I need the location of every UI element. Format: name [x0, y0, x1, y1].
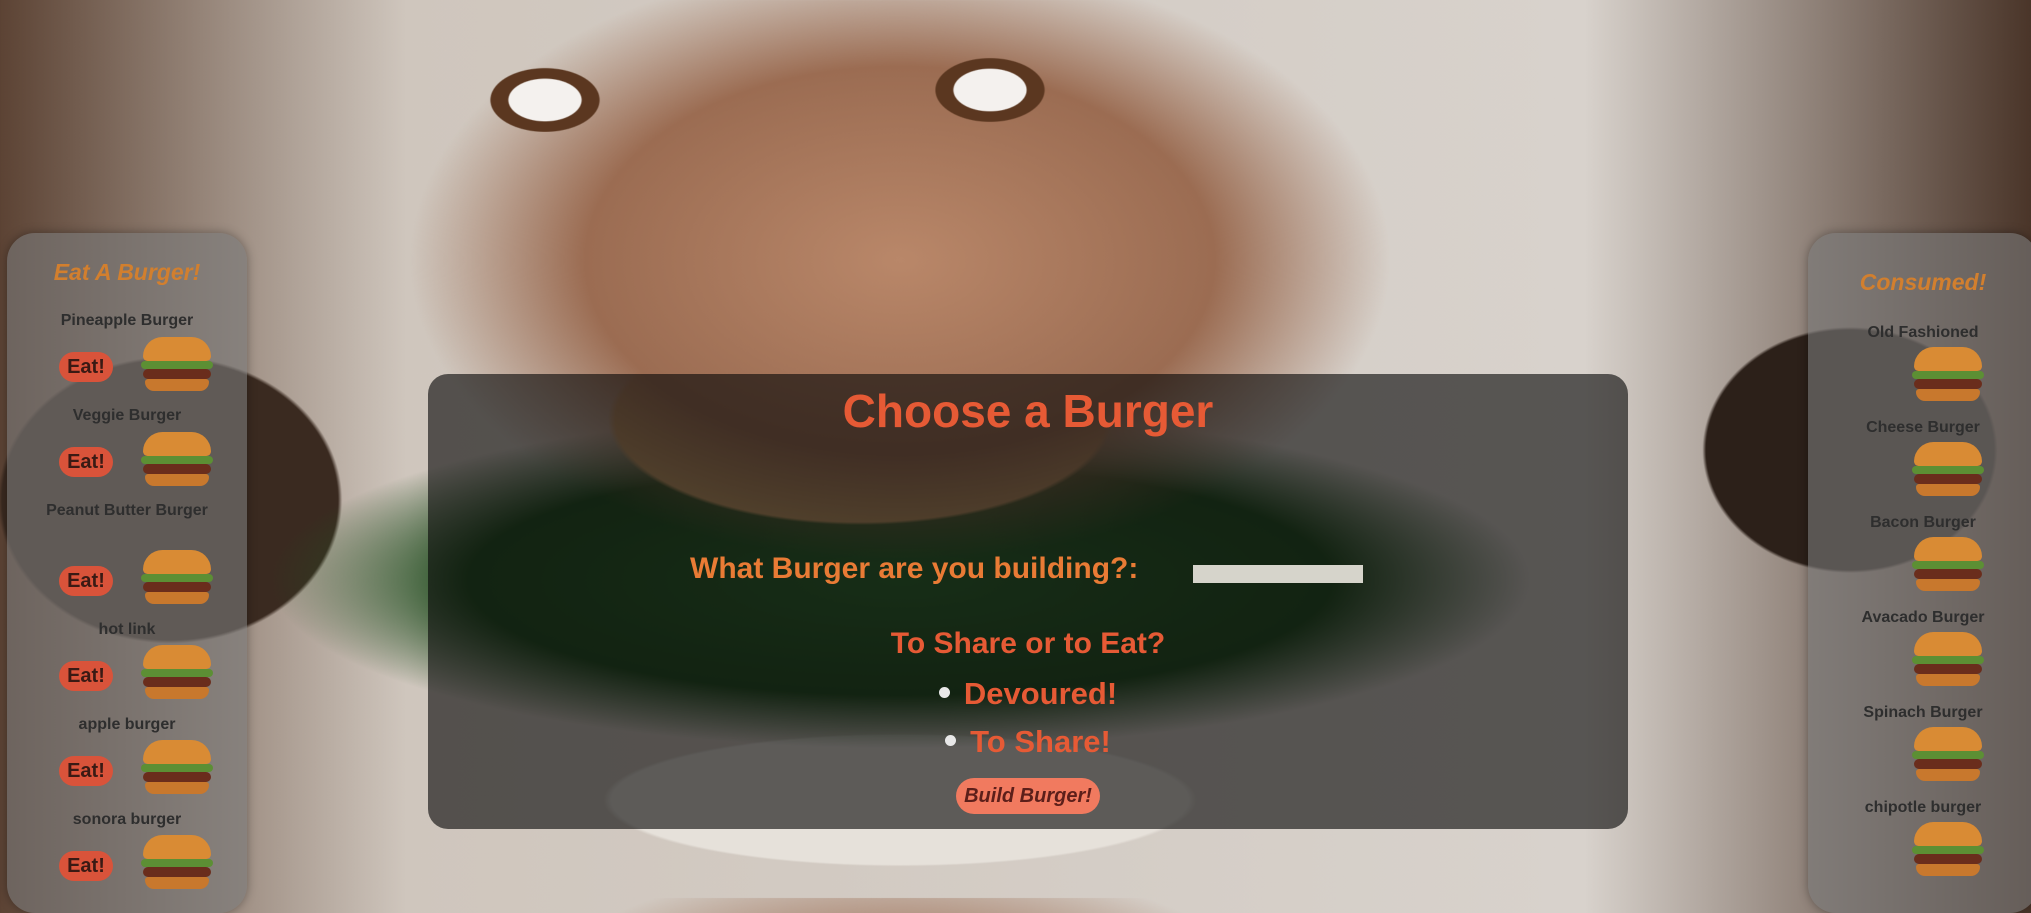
- consumed-item: Bacon Burger: [1808, 512, 2031, 533]
- burger-image: [1908, 818, 1988, 882]
- eat-button[interactable]: Eat!: [59, 756, 113, 786]
- burger-name: Veggie Burger: [72, 407, 182, 424]
- burger-name: chipotle burger: [1864, 799, 1982, 816]
- burger-image: [1908, 628, 1988, 692]
- consumed-item: Cheese Burger: [1808, 417, 2031, 438]
- eat-button[interactable]: Eat!: [59, 851, 113, 881]
- burger-image: [137, 333, 217, 397]
- consumed-item: Spinach Burger: [1808, 702, 2031, 723]
- consumed-item: chipotle burger: [1808, 797, 2031, 818]
- consumed-item: Avacado Burger: [1808, 607, 2031, 628]
- devoured-option[interactable]: Devoured!: [428, 676, 1628, 712]
- burger-image: [137, 428, 217, 492]
- consumed-sidebar-title: Consumed!: [1859, 269, 1987, 295]
- burger-item: Peanut Butter Burger: [39, 500, 215, 521]
- share-or-eat-heading: To Share or to Eat?: [890, 627, 1166, 660]
- share-label: To Share!: [970, 724, 1111, 759]
- page-title: Choose a Burger: [842, 385, 1214, 437]
- burger-name: sonora burger: [72, 811, 182, 828]
- burger-form-panel: Choose a Burger What Burger are you buil…: [428, 374, 1628, 829]
- burger-image: [1908, 533, 1988, 597]
- burger-name: Old Fashioned: [1867, 324, 1979, 341]
- consumed-item: Old Fashioned: [1808, 322, 2031, 343]
- devoured-label: Devoured!: [963, 676, 1118, 711]
- burger-item: sonora burger: [7, 809, 247, 830]
- burger-image: [1908, 723, 1988, 787]
- burger-image: [137, 831, 217, 895]
- burger-item: hot link: [7, 619, 247, 640]
- burger-image: [1908, 343, 1988, 407]
- burger-name-input[interactable]: [1193, 565, 1363, 583]
- share-option[interactable]: To Share!: [428, 724, 1628, 760]
- share-radio[interactable]: [945, 735, 957, 747]
- burger-name: apple burger: [78, 716, 176, 733]
- eat-burger-sidebar: Eat A Burger! Pineapple Burger Eat! Vegg…: [7, 233, 247, 913]
- burger-name: Cheese Burger: [1866, 419, 1980, 436]
- burger-name: Pineapple Burger: [60, 312, 194, 329]
- eat-sidebar-title: Eat A Burger!: [53, 259, 201, 285]
- eat-button[interactable]: Eat!: [59, 352, 113, 382]
- burger-name-label: What Burger are you building?:: [690, 552, 1139, 585]
- consumed-sidebar: Consumed! Old Fashioned Cheese Burger Ba…: [1808, 233, 2031, 913]
- burger-name: Spinach Burger: [1863, 704, 1983, 721]
- burger-image: [137, 641, 217, 705]
- burger-name: hot link: [98, 621, 156, 638]
- burger-image: [137, 546, 217, 610]
- devoured-radio[interactable]: [938, 687, 950, 699]
- burger-name: Avacado Burger: [1861, 609, 1985, 626]
- build-burger-button[interactable]: Build Burger!: [956, 778, 1100, 814]
- eat-button[interactable]: Eat!: [59, 566, 113, 596]
- eat-button[interactable]: Eat!: [59, 661, 113, 691]
- burger-item: apple burger: [7, 714, 247, 735]
- burger-image: [1908, 438, 1988, 502]
- burger-image: [137, 736, 217, 800]
- burger-name: Peanut Butter Burger: [46, 502, 208, 519]
- burger-name: Bacon Burger: [1870, 514, 1976, 531]
- eat-button[interactable]: Eat!: [59, 447, 113, 477]
- burger-item: Pineapple Burger: [7, 310, 247, 331]
- burger-item: Veggie Burger: [7, 405, 247, 426]
